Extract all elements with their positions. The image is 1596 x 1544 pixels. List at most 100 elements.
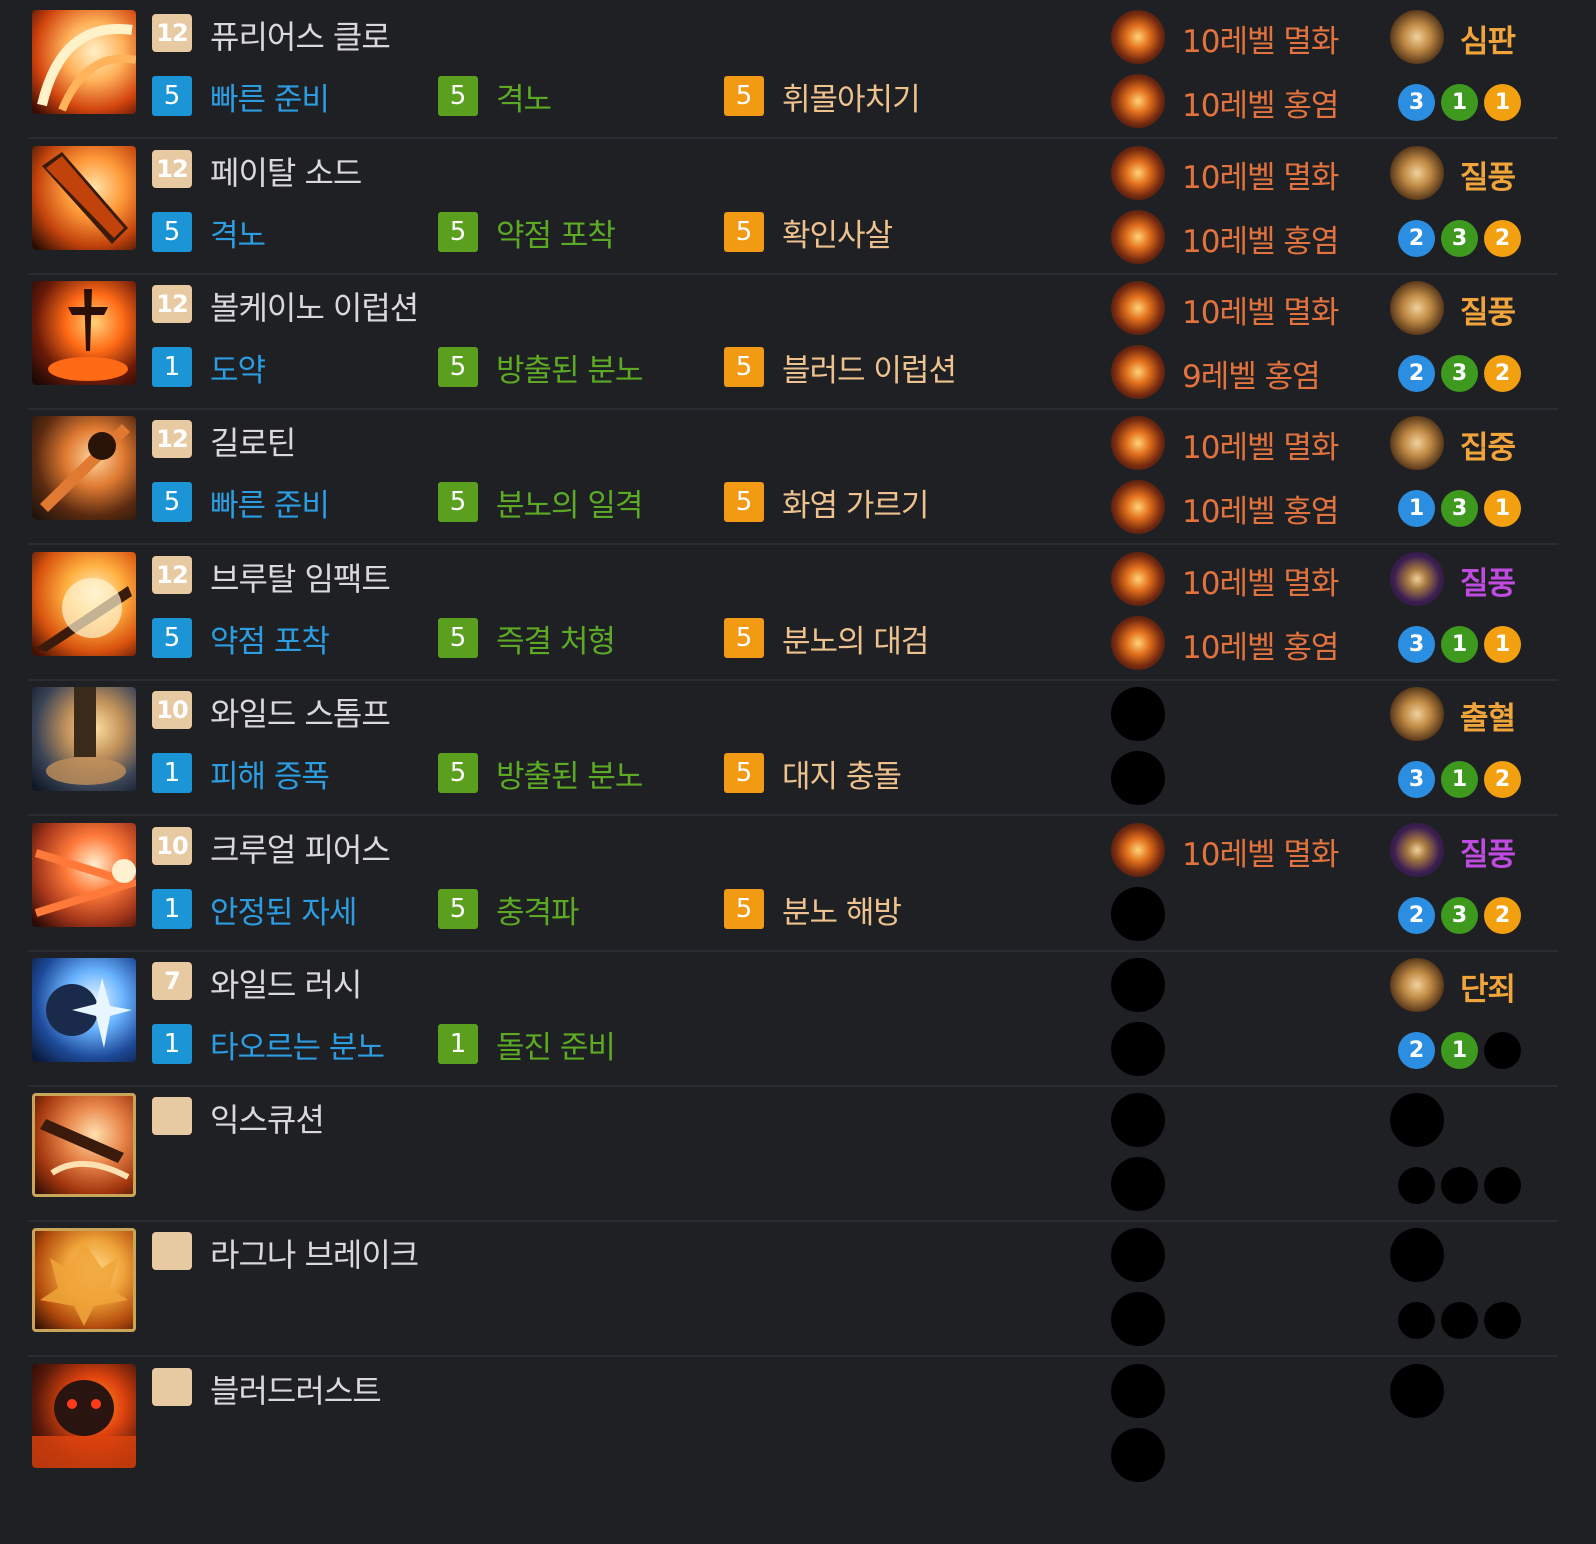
tripod-name: 화염 가르기	[782, 487, 929, 524]
tripod-2[interactable]: 5 분노의 일격	[438, 482, 643, 524]
tripod-3[interactable]: 5 분노의 대검	[724, 618, 929, 660]
tripod-3[interactable]: 5 블러드 이럽션	[724, 347, 957, 389]
gem-annihilation-icon[interactable]	[1111, 146, 1165, 200]
empty-gem-slot[interactable]	[1111, 1292, 1165, 1346]
empty-gem-slot[interactable]	[1111, 751, 1165, 805]
tripod-2[interactable]: 5 약점 포착	[438, 212, 616, 254]
skill-row[interactable]: 12 퓨리어스 클로 5 빠른 준비 5 격노 5 휘몰아치기 10레벨 멸화 10…	[28, 2, 1558, 139]
skill-row[interactable]: 12 페이탈 소드 5 격노 5 약점 포착 5 확인사살 10레벨 멸화 10레벨…	[28, 138, 1558, 275]
wild-rush-icon[interactable]	[32, 958, 136, 1062]
tripod-3[interactable]: 5 대지 충돌	[724, 753, 902, 795]
cruel-pierce-icon[interactable]	[32, 823, 136, 927]
gem-crimson-flame-icon[interactable]	[1111, 74, 1165, 128]
gem-crimson-flame-icon[interactable]	[1111, 210, 1165, 264]
tripod-dot-1: 1	[1398, 490, 1435, 527]
tripod-1[interactable]: 1 안정된 자세	[152, 889, 357, 931]
tripod-level-badge: 5	[724, 76, 764, 116]
empty-rune-slot[interactable]	[1390, 1093, 1444, 1147]
tripod-1[interactable]: 1 피해 증폭	[152, 753, 330, 795]
rune-icon[interactable]	[1390, 146, 1444, 200]
tripod-2[interactable]: 5 격노	[438, 76, 552, 118]
empty-gem-slot[interactable]	[1111, 1022, 1165, 1076]
skill-level-badge: 12	[152, 556, 192, 594]
skill-name: 브루탈 임팩트	[210, 560, 391, 598]
tripod-dot-3: 1	[1484, 490, 1521, 527]
tripod-2[interactable]: 5 방출된 분노	[438, 753, 643, 795]
tripod-2[interactable]: 5 방출된 분노	[438, 347, 643, 389]
tripod-name: 약점 포착	[496, 217, 616, 254]
tripod-3[interactable]: 5 휘몰아치기	[724, 76, 921, 118]
tripod-1[interactable]: 5 빠른 준비	[152, 482, 330, 524]
tripod-name: 돌진 준비	[496, 1029, 616, 1066]
skill-level-badge: 12	[152, 420, 192, 458]
gem-crimson-flame-icon[interactable]	[1111, 616, 1165, 670]
tripod-1[interactable]: 1 타오르는 분노	[152, 1024, 385, 1066]
tripod-3[interactable]: 5 확인사살	[724, 212, 893, 254]
volcano-eruption-icon[interactable]	[32, 281, 136, 385]
gem-crimson-flame-icon[interactable]	[1111, 480, 1165, 534]
gem-crimson-flame-icon[interactable]	[1111, 345, 1165, 399]
tripod-dot-3: 1	[1484, 84, 1521, 121]
empty-gem-slot[interactable]	[1111, 1364, 1165, 1418]
tripod-dot-1: 3	[1398, 84, 1435, 121]
tripod-1[interactable]: 1 도약	[152, 347, 266, 389]
tripod-1[interactable]: 5 약점 포착	[152, 618, 330, 660]
tripod-1[interactable]: 5 격노	[152, 212, 266, 254]
bloodlust-icon[interactable]	[32, 1364, 136, 1468]
empty-gem-slot[interactable]	[1111, 1428, 1165, 1482]
gem-annihilation-icon[interactable]	[1111, 416, 1165, 470]
gem-annihilation-icon[interactable]	[1111, 552, 1165, 606]
skill-row[interactable]: 익스큐션	[28, 1085, 1558, 1222]
fatal-sword-icon[interactable]	[32, 146, 136, 250]
tripod-3[interactable]: 5 화염 가르기	[724, 482, 929, 524]
tripod-3[interactable]: 5 분노 해방	[724, 889, 902, 931]
gem-2-label: 10레벨 홍염	[1182, 224, 1339, 260]
brutal-impact-icon[interactable]	[32, 552, 136, 656]
skill-level-badge	[152, 1232, 192, 1270]
empty-rune-slot[interactable]	[1390, 1364, 1444, 1418]
skill-row[interactable]: 10 와일드 스톰프 1 피해 증폭 5 방출된 분노 5 대지 충돌 출혈 3 1 2	[28, 679, 1558, 816]
guillotine-icon[interactable]	[32, 416, 136, 520]
tripod-level-badge: 5	[438, 618, 478, 658]
tripod-level-badge: 5	[724, 889, 764, 929]
empty-gem-slot[interactable]	[1111, 1093, 1165, 1147]
skill-row[interactable]: 12 브루탈 임팩트 5 약점 포착 5 즉결 처형 5 분노의 대검 10레벨 …	[28, 544, 1558, 681]
empty-rune-slot[interactable]	[1390, 1228, 1444, 1282]
skill-level-badge: 10	[152, 691, 192, 729]
empty-gem-slot[interactable]	[1111, 687, 1165, 741]
tripod-level-dots	[1398, 1167, 1521, 1204]
rune-icon[interactable]	[1390, 958, 1444, 1012]
ragna-break-icon[interactable]	[32, 1228, 136, 1332]
tripod-2[interactable]: 5 즉결 처형	[438, 618, 616, 660]
skill-row[interactable]: 10 크루얼 피어스 1 안정된 자세 5 충격파 5 분노 해방 10레벨 멸화…	[28, 815, 1558, 952]
gem-annihilation-icon[interactable]	[1111, 823, 1165, 877]
tripod-name: 휘몰아치기	[782, 81, 921, 118]
tripod-2[interactable]: 5 충격파	[438, 889, 580, 931]
rune-icon[interactable]	[1390, 823, 1444, 877]
tripod-level-dots: 232	[1398, 355, 1521, 392]
rune-icon[interactable]	[1390, 416, 1444, 470]
skill-row[interactable]: 12 볼케이노 이럽션 1 도약 5 방출된 분노 5 블러드 이럽션 10레벨 …	[28, 273, 1558, 410]
gem-annihilation-icon[interactable]	[1111, 10, 1165, 64]
tripod-dot-2: 3	[1441, 355, 1478, 392]
tripod-dot-2: 3	[1441, 490, 1478, 527]
tripod-2[interactable]: 1 돌진 준비	[438, 1024, 616, 1066]
empty-gem-slot[interactable]	[1111, 887, 1165, 941]
wild-stomp-icon[interactable]	[32, 687, 136, 791]
skill-row[interactable]: 7 와일드 러시 1 타오르는 분노 1 돌진 준비 단죄 2 1	[28, 950, 1558, 1087]
skill-row[interactable]: 라그나 브레이크	[28, 1220, 1558, 1357]
rune-icon[interactable]	[1390, 552, 1444, 606]
furious-claw-icon[interactable]	[32, 10, 136, 114]
empty-gem-slot[interactable]	[1111, 1228, 1165, 1282]
tripod-1[interactable]: 5 빠른 준비	[152, 76, 330, 118]
tripod-level-dots: 232	[1398, 220, 1521, 257]
rune-icon[interactable]	[1390, 10, 1444, 64]
empty-gem-slot[interactable]	[1111, 958, 1165, 1012]
skill-row[interactable]: 12 길로틴 5 빠른 준비 5 분노의 일격 5 화염 가르기 10레벨 멸화 1…	[28, 408, 1558, 545]
empty-gem-slot[interactable]	[1111, 1157, 1165, 1211]
execution-icon[interactable]	[32, 1093, 136, 1197]
skill-row[interactable]: 블러드러스트	[28, 1356, 1558, 1493]
rune-icon[interactable]	[1390, 281, 1444, 335]
gem-annihilation-icon[interactable]	[1111, 281, 1165, 335]
rune-icon[interactable]	[1390, 687, 1444, 741]
